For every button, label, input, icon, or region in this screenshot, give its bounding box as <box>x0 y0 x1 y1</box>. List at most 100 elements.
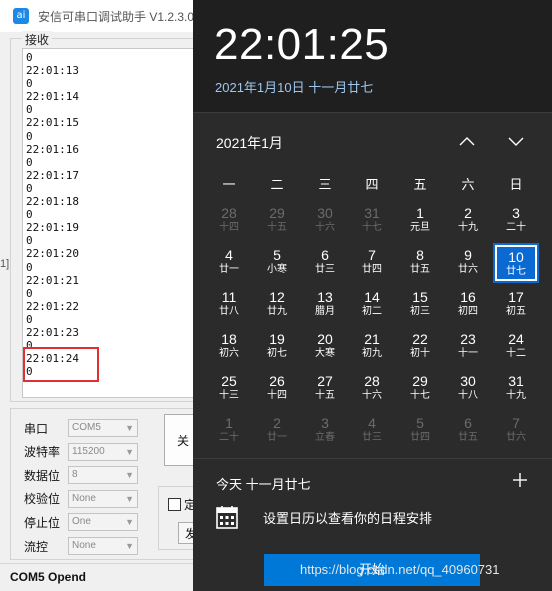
clock-area: 22:01:25 2021年1月10日 十一月廿七 <box>193 0 552 112</box>
calendar-day[interactable]: 23 十一 <box>445 327 491 367</box>
setting-value: 115200 <box>72 445 105 457</box>
month-title[interactable]: 2021年1月 <box>216 133 283 153</box>
calendar-day[interactable]: 18 初六 <box>206 327 252 367</box>
calendar-day[interactable]: 5 廿四 <box>397 411 443 451</box>
calendar-day[interactable]: 14 初二 <box>349 285 395 325</box>
lunar-date: 十七 <box>410 390 430 401</box>
calendar-day[interactable]: 16 初四 <box>445 285 491 325</box>
calendar-day[interactable]: 29 十五 <box>254 201 300 241</box>
watermark: https://blog.csdn.net/qq_40960731 <box>300 562 500 577</box>
calendar-day[interactable]: 8 廿五 <box>397 243 443 283</box>
day-number: 4 <box>368 415 376 431</box>
calendar-day[interactable]: 31 十九 <box>493 369 539 409</box>
setting-row: 波特率 115200 ▼ <box>24 442 138 462</box>
serial-window-title: 安信可串口调试助手 V1.2.3.0 <box>38 10 195 24</box>
chevron-down-icon: ▼ <box>125 446 134 457</box>
lunar-date: 廿七 <box>506 266 526 277</box>
lunar-date: 廿一 <box>219 264 239 275</box>
calendar-day[interactable]: 6 廿五 <box>445 411 491 451</box>
day-number: 7 <box>512 415 520 431</box>
calendar-day[interactable]: 3 立春 <box>302 411 348 451</box>
weekday-header: 日 <box>509 177 523 192</box>
setting-label: 波特率 <box>24 445 61 460</box>
calendar-day[interactable]: 25 十三 <box>206 369 252 409</box>
calendar-day[interactable]: 30 十八 <box>445 369 491 409</box>
calendar-day[interactable]: 22 初十 <box>397 327 443 367</box>
setting-select[interactable]: One ▼ <box>68 513 138 532</box>
setting-select[interactable]: COM5 ▼ <box>68 419 138 437</box>
setting-value: 8 <box>72 469 78 481</box>
lunar-date: 初五 <box>506 306 526 317</box>
calendar-day[interactable]: 30 十六 <box>302 201 348 241</box>
day-number: 31 <box>508 373 524 389</box>
day-number: 5 <box>273 247 281 263</box>
lunar-date: 初六 <box>219 348 239 359</box>
day-number: 21 <box>364 331 380 347</box>
calendar-day[interactable]: 4 廿一 <box>206 243 252 283</box>
setting-select[interactable]: None ▼ <box>68 537 138 555</box>
calendar-day[interactable]: 9 廿六 <box>445 243 491 283</box>
timed-send-checkbox[interactable] <box>168 498 181 511</box>
day-number: 28 <box>364 373 380 389</box>
day-number: 20 <box>317 331 333 347</box>
lunar-date: 腊月 <box>315 306 335 317</box>
calendar-day[interactable]: 27 十五 <box>302 369 348 409</box>
calendar-day[interactable]: 17 初五 <box>493 285 539 325</box>
chevron-down-icon[interactable] <box>503 130 529 152</box>
setting-select[interactable]: None ▼ <box>68 489 138 508</box>
lunar-date: 十九 <box>506 390 526 401</box>
day-number: 16 <box>460 289 476 305</box>
calendar-day[interactable]: 13 腊月 <box>302 285 348 325</box>
receive-line: 22:01:18 <box>26 195 79 209</box>
receive-line: 22:01:17 <box>26 168 79 182</box>
calendar-day[interactable]: 20 大寒 <box>302 327 348 367</box>
receive-line: 0 <box>26 129 33 143</box>
clock-date-link[interactable]: 2021年1月10日 十一月廿七 <box>215 77 373 96</box>
chevron-down-icon: ▼ <box>125 423 134 433</box>
setting-row: 停止位 One ▼ <box>24 512 138 532</box>
setting-select[interactable]: 8 ▼ <box>68 466 138 485</box>
divider <box>193 458 552 459</box>
setting-select[interactable]: 115200 ▼ <box>68 442 138 461</box>
setting-label: 串口 <box>24 421 49 436</box>
close-port-button[interactable]: 关 <box>164 414 194 466</box>
setting-row: 数据位 8 ▼ <box>24 465 138 485</box>
day-number: 13 <box>317 289 333 305</box>
calendar-day[interactable]: 21 初九 <box>349 327 395 367</box>
calendar-day[interactable]: 28 十六 <box>349 369 395 409</box>
chevron-down-icon: ▼ <box>125 541 134 551</box>
plus-icon[interactable] <box>511 471 529 489</box>
receive-line: 0 <box>26 312 33 326</box>
calendar-day[interactable]: 15 初三 <box>397 285 443 325</box>
receive-line: 22:01:20 <box>26 247 79 261</box>
calendar-day[interactable]: 19 初七 <box>254 327 300 367</box>
calendar-day[interactable]: 7 廿四 <box>349 243 395 283</box>
receive-label: 接收 <box>22 31 53 48</box>
day-number: 15 <box>412 289 428 305</box>
day-number: 23 <box>460 331 476 347</box>
lunar-date: 初三 <box>410 306 430 317</box>
calendar-day[interactable]: 2 廿一 <box>254 411 300 451</box>
calendar-day[interactable]: 11 廿八 <box>206 285 252 325</box>
calendar-day-today[interactable]: 10 廿七 <box>493 243 539 283</box>
calendar-day[interactable]: 7 廿六 <box>493 411 539 451</box>
calendar-day[interactable]: 24 十二 <box>493 327 539 367</box>
calendar-day[interactable]: 1 元旦 <box>397 201 443 241</box>
calendar-day[interactable]: 12 廿九 <box>254 285 300 325</box>
calendar-day[interactable]: 2 十九 <box>445 201 491 241</box>
setting-value: None <box>72 492 96 504</box>
calendar-day[interactable]: 29 十七 <box>397 369 443 409</box>
calendar-day[interactable]: 6 廿三 <box>302 243 348 283</box>
chevron-up-icon[interactable] <box>454 130 480 152</box>
agenda-setup-link[interactable]: 设置日历以查看你的日程安排 <box>263 508 432 527</box>
calendar-day[interactable]: 28 十四 <box>206 201 252 241</box>
setting-label: 校验位 <box>24 492 61 507</box>
lunar-date: 初九 <box>362 348 382 359</box>
calendar-day[interactable]: 3 二十 <box>493 201 539 241</box>
calendar-day[interactable]: 4 廿三 <box>349 411 395 451</box>
calendar-day[interactable]: 31 十七 <box>349 201 395 241</box>
status-text: COM5 Opend <box>10 570 87 584</box>
calendar-day[interactable]: 5 小寒 <box>254 243 300 283</box>
calendar-day[interactable]: 26 十四 <box>254 369 300 409</box>
calendar-day[interactable]: 1 二十 <box>206 411 252 451</box>
